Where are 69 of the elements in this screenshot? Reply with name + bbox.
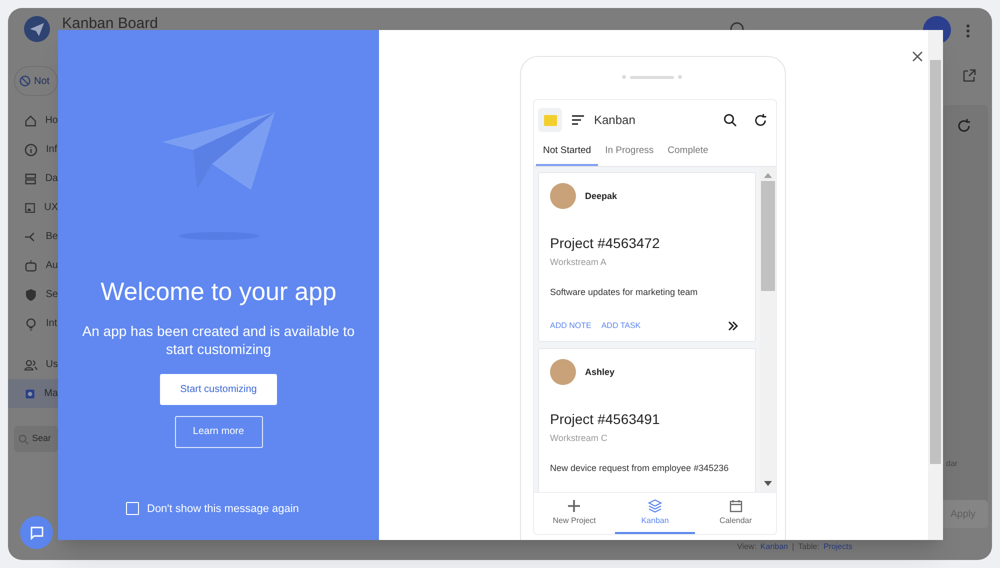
robot-icon <box>24 258 38 272</box>
description: New device request from employee #345236 <box>550 462 730 475</box>
plus-icon <box>567 498 582 512</box>
sidebar-item[interactable]: Be <box>8 222 58 251</box>
database-icon <box>24 172 38 186</box>
settings-icon <box>24 386 36 400</box>
app-title: Kanban Board <box>62 16 158 32</box>
external-link-icon[interactable] <box>963 69 976 82</box>
sidebar-item[interactable]: Se <box>8 280 58 309</box>
app-bar-title: Kanban <box>594 112 636 129</box>
sidebar-item[interactable]: Inf <box>8 135 58 164</box>
avatar <box>550 359 576 386</box>
close-icon[interactable] <box>912 51 923 62</box>
tab[interactable]: In Progress <box>598 138 661 166</box>
users-icon <box>24 358 38 372</box>
view-link[interactable]: Kanban <box>760 541 788 553</box>
notes-icon <box>538 108 562 132</box>
double-chevron-icon[interactable] <box>728 321 738 332</box>
home-icon <box>24 114 38 128</box>
more-icon[interactable] <box>966 24 970 38</box>
search-field[interactable]: Sear <box>14 426 58 452</box>
blocked-icon <box>19 75 31 87</box>
workstream: Workstream C <box>550 432 608 446</box>
action-link[interactable]: ADD NOTE <box>550 320 592 332</box>
scrollbar[interactable] <box>760 167 776 492</box>
separator: | <box>792 541 794 553</box>
paper-plane-icon <box>24 16 50 42</box>
person-name: Deepak <box>585 190 618 203</box>
menu-icon[interactable] <box>572 115 584 125</box>
tab[interactable]: Complete <box>660 138 716 166</box>
refresh-icon[interactable] <box>753 112 768 128</box>
project-card[interactable]: Deepak Project #4563472 Workstream A Software updates for marketing team ADD NOTE ADD TASK <box>538 172 756 342</box>
search-icon[interactable] <box>723 113 737 127</box>
image-icon <box>24 200 36 214</box>
sidebar-item[interactable]: Au <box>8 251 58 280</box>
table-link[interactable]: Projects <box>823 541 852 553</box>
project-title: Project #4563491 <box>550 410 661 430</box>
scrollbar[interactable] <box>928 30 943 540</box>
sidebar-item[interactable]: Da <box>8 164 58 193</box>
workstream: Workstream A <box>550 256 608 270</box>
learn-more-button[interactable]: Learn more <box>174 416 262 448</box>
action-link[interactable]: ADD TASK <box>601 320 641 332</box>
shield-icon <box>24 288 38 302</box>
nav-tab[interactable]: Calendar <box>695 493 776 534</box>
description: Software updates for marketing team <box>550 286 699 299</box>
person-name: Ashley <box>585 366 615 379</box>
sidebar-item[interactable]: Int <box>8 309 58 338</box>
avatar <box>550 183 576 210</box>
checkbox[interactable] <box>126 502 139 516</box>
sidebar-item[interactable]: UX <box>8 193 58 222</box>
nav-tab[interactable]: Kanban <box>614 493 696 534</box>
calendar-icon <box>728 498 743 512</box>
scroll-down-icon[interactable] <box>764 481 772 486</box>
start-customizing-button[interactable]: Start customizing <box>160 374 277 404</box>
lightbulb-icon <box>24 316 38 330</box>
project-title: Project #4563472 <box>550 234 661 254</box>
checkbox-label[interactable]: Don't show this message again <box>147 500 299 517</box>
scroll-up-icon[interactable] <box>764 173 772 178</box>
dialog-message: An app has been created and is available to start customizing <box>81 322 356 358</box>
sidebar-item[interactable]: Ho <box>8 106 58 135</box>
dialog-title: Welcome to your app <box>100 277 336 308</box>
nav-tab[interactable]: New Project <box>534 493 615 534</box>
project-card[interactable]: Ashley Project #4563491 Workstream C New device request from employee #345236 <box>538 348 756 492</box>
search-icon <box>18 434 29 444</box>
sidebar-item[interactable]: Us <box>8 350 58 379</box>
layers-icon <box>648 498 662 512</box>
sidebar-item[interactable]: Ma <box>8 379 58 408</box>
chat-icon <box>30 526 44 540</box>
info-icon <box>24 142 38 156</box>
